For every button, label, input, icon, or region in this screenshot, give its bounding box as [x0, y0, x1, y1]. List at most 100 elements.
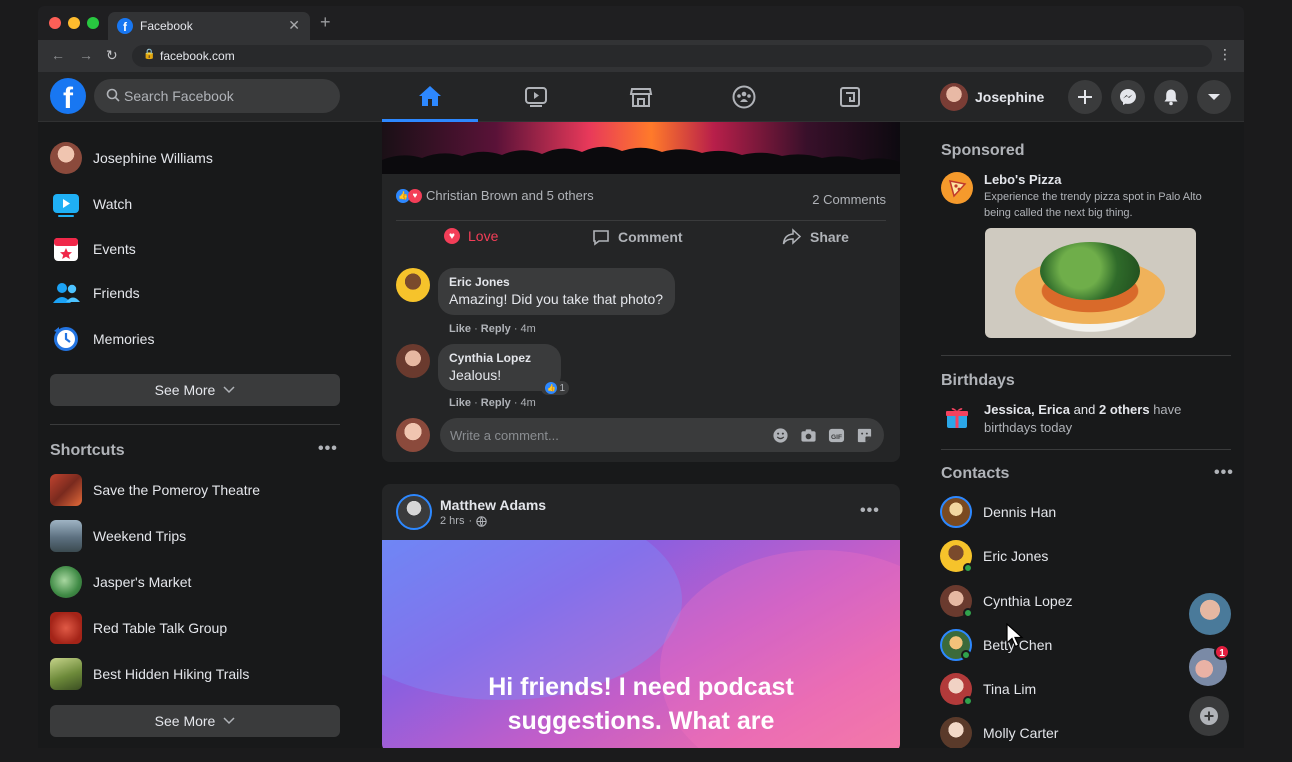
sidebar-item-events[interactable]: Events [50, 229, 136, 269]
shortcut-item[interactable]: Red Table Talk Group [50, 608, 227, 648]
birthday-text[interactable]: Jessica, Erica and 2 others have birthda… [984, 401, 1214, 437]
sidebar-item-label: Events [93, 241, 136, 257]
contacts-more-icon[interactable]: ••• [1214, 464, 1234, 482]
new-tab-icon[interactable]: + [320, 12, 331, 33]
online-indicator [963, 696, 973, 706]
emoji-icon[interactable] [772, 427, 789, 444]
shortcut-item[interactable]: Best Hidden Hiking Trails [50, 654, 249, 694]
tab-watch[interactable] [488, 72, 584, 122]
close-window-button[interactable] [49, 17, 61, 29]
maximize-window-button[interactable] [87, 17, 99, 29]
camera-icon[interactable] [800, 427, 817, 444]
share-button[interactable]: Share [782, 228, 849, 246]
account-menu-button[interactable] [1197, 80, 1231, 114]
shortcut-item[interactable]: Save the Pomeroy Theatre [50, 470, 260, 510]
post-background[interactable]: Hi friends! I need podcast suggestions. … [382, 540, 900, 748]
sidebar-item-friends[interactable]: Friends [50, 273, 140, 313]
avatar[interactable] [396, 344, 430, 378]
contact-name: Eric Jones [983, 548, 1049, 564]
reaction-summary[interactable]: 👍 ♥ Christian Brown and 5 others [396, 188, 594, 203]
contact-name: Molly Carter [983, 725, 1059, 741]
post-image[interactable] [382, 122, 900, 174]
back-arrow-icon[interactable]: ← [51, 47, 65, 63]
shortcuts-see-more-button[interactable]: See More [50, 705, 340, 737]
search-input[interactable] [124, 79, 324, 113]
profile-chip[interactable]: Josephine [940, 80, 1044, 114]
love-button[interactable]: ♥ Love [444, 228, 498, 244]
new-message-button[interactable] [1189, 696, 1229, 736]
share-icon [782, 228, 802, 245]
avatar[interactable] [396, 268, 430, 302]
comment-author[interactable]: Cynthia Lopez [449, 351, 531, 365]
forward-arrow-icon[interactable]: → [79, 47, 93, 63]
comments-count[interactable]: 2 Comments [812, 192, 886, 207]
address-bar[interactable]: 🔒 facebook.com [132, 45, 1212, 67]
ad-logo[interactable] [941, 172, 973, 204]
right-divider [941, 355, 1231, 356]
contact-item[interactable]: Cynthia Lopez [940, 583, 1073, 619]
post-options-icon[interactable]: ••• [860, 502, 880, 520]
sidebar-item-watch[interactable]: Watch [50, 184, 132, 224]
post-time: 2 hrs · [440, 515, 487, 527]
comment-reaction[interactable]: 👍 1 [541, 381, 570, 395]
browser-tab[interactable]: f Facebook ✕ [108, 12, 310, 40]
minimize-window-button[interactable] [68, 17, 80, 29]
comment-box[interactable]: GIF [440, 418, 884, 452]
avatar [940, 496, 972, 528]
reply-link[interactable]: Reply [481, 323, 511, 335]
shortcuts-more-icon[interactable]: ••• [318, 440, 338, 458]
create-button[interactable] [1068, 80, 1102, 114]
reply-link[interactable]: Reply [481, 397, 511, 409]
comment-text: Jealous! [449, 367, 502, 383]
sidebar-item-label: Josephine Williams [93, 150, 213, 166]
sidebar-item-memories[interactable]: Memories [50, 319, 154, 359]
close-tab-icon[interactable]: ✕ [288, 17, 300, 34]
post-author[interactable]: Matthew Adams [440, 497, 546, 513]
sponsored-title: Sponsored [941, 142, 1025, 159]
tab-home[interactable] [382, 72, 478, 122]
comment-author[interactable]: Eric Jones [449, 275, 663, 289]
messenger-icon [1120, 89, 1136, 105]
contact-item[interactable]: Eric Jones [940, 538, 1048, 574]
sidebar-item-profile[interactable]: Josephine Williams [50, 138, 213, 178]
shortcut-item[interactable]: Weekend Trips [50, 516, 186, 556]
tab-gaming[interactable] [802, 72, 898, 122]
like-link[interactable]: Like [449, 397, 471, 409]
groups-icon [732, 85, 756, 109]
search-box[interactable] [94, 79, 340, 113]
shortcut-item[interactable]: Jasper's Market [50, 562, 191, 602]
notifications-button[interactable] [1154, 80, 1188, 114]
ad-name[interactable]: Lebo's Pizza [984, 172, 1062, 187]
contact-name: Tina Lim [983, 681, 1037, 697]
profile-chip-name: Josephine [975, 89, 1045, 105]
ad-image[interactable] [985, 228, 1196, 338]
gif-icon[interactable]: GIF [828, 427, 845, 444]
post-time-text[interactable]: 2 hrs [440, 515, 464, 527]
shortcut-thumbnail [50, 474, 82, 506]
chat-head[interactable] [1189, 593, 1231, 635]
sticker-icon[interactable] [856, 427, 873, 444]
messenger-button[interactable] [1111, 80, 1145, 114]
chat-head[interactable]: 1 [1189, 644, 1230, 686]
reload-icon[interactable]: ↻ [106, 47, 118, 64]
browser-menu-icon[interactable]: ⋮ [1218, 46, 1232, 63]
avatar[interactable] [396, 494, 432, 530]
contact-item[interactable]: Dennis Han [940, 494, 1056, 530]
comment-button[interactable]: Comment [592, 228, 683, 246]
globe-icon [476, 515, 487, 527]
contact-item[interactable]: Betty Chen [940, 627, 1052, 663]
facebook-logo-icon[interactable]: f [50, 78, 86, 115]
shortcut-label: Best Hidden Hiking Trails [93, 666, 250, 682]
sidebar-divider [50, 424, 340, 425]
tab-groups[interactable] [696, 72, 792, 122]
contact-item[interactable]: Molly Carter [940, 715, 1058, 748]
facebook-header: f Josephine [38, 72, 1244, 122]
tab-title: Facebook [140, 19, 193, 33]
contact-item[interactable]: Tina Lim [940, 671, 1036, 707]
avatar [396, 418, 430, 452]
tab-marketplace[interactable] [593, 72, 689, 122]
like-link[interactable]: Like [449, 323, 471, 335]
comment-icon [593, 230, 609, 246]
comment-input[interactable] [450, 418, 750, 452]
see-more-button[interactable]: See More [50, 374, 340, 406]
